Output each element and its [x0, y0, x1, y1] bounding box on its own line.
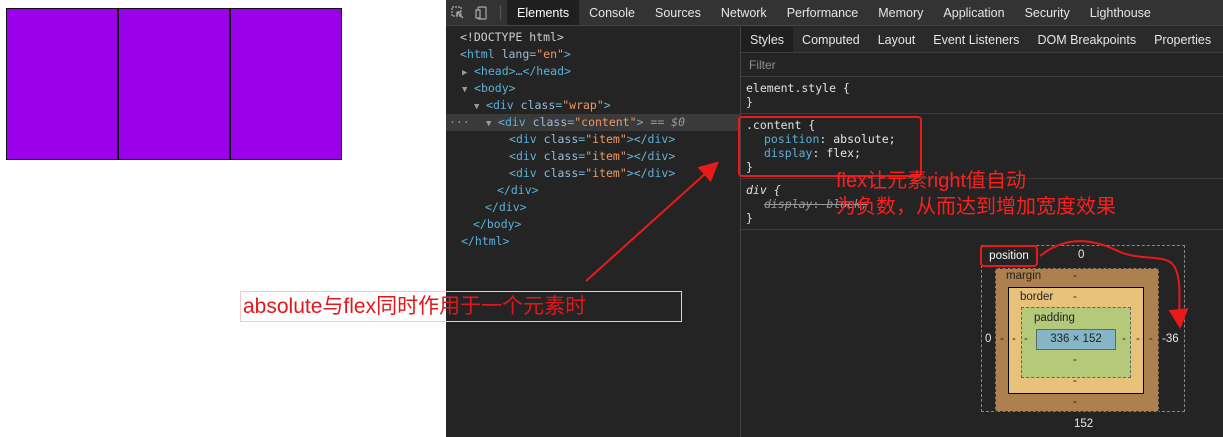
margin-label: margin — [1006, 270, 1042, 282]
class-attr-name: class — [532, 115, 568, 129]
dom-tree: <!DOCTYPE html> <html lang="en"> ▶ <head>… — [446, 27, 740, 437]
subtab-dom-breakpoints[interactable]: DOM Breakpoints — [1028, 27, 1145, 52]
subtab-styles[interactable]: Styles — [741, 27, 794, 52]
tab-sources[interactable]: Sources — [645, 0, 711, 25]
subtab-computed[interactable]: Computed — [793, 27, 869, 52]
body-tag: body — [480, 81, 509, 95]
box-model-content-size[interactable]: 336 × 152 — [1036, 329, 1116, 350]
div-tag: div — [504, 115, 526, 129]
dom-node-div-content-selected[interactable]: ··· ▼ <div class="content"> == $0 — [446, 114, 740, 131]
div-tag: div — [647, 149, 669, 163]
subtab-layout[interactable]: Layout — [869, 27, 925, 52]
annotation-absolute-flex: absolute与flex同时作用于一个元素时 — [240, 291, 682, 322]
dom-node-div-item[interactable]: <div class="item"></div> — [509, 148, 675, 165]
annotation-line-2: 为负数，从而达到增加宽度效果 — [836, 196, 1116, 218]
more-options-icon[interactable]: ··· — [449, 114, 470, 131]
padding-right-value[interactable]: - — [1122, 333, 1126, 345]
html-tag: html — [466, 47, 495, 61]
content-class-value: "content" — [574, 115, 637, 129]
tab-performance[interactable]: Performance — [777, 0, 869, 25]
item-class-value: "item" — [585, 149, 627, 163]
tab-lighthouse[interactable]: Lighthouse — [1080, 0, 1161, 25]
tab-security[interactable]: Security — [1015, 0, 1080, 25]
subtab-properties[interactable]: Properties — [1145, 27, 1220, 52]
selected-node-marker: == $0 — [650, 115, 686, 129]
element-style-selector: element.style { — [746, 81, 850, 95]
dom-node-html[interactable]: <html lang="en"> — [460, 46, 571, 63]
box-model-position-label: position — [980, 245, 1038, 267]
content-flex-container — [6, 8, 342, 160]
tab-memory[interactable]: Memory — [868, 0, 933, 25]
div-tag: div — [515, 166, 537, 180]
annotation-right-negative: flex让元素right值自动 为负数，从而达到增加宽度效果 — [836, 168, 1116, 220]
toolbar-divider — [500, 5, 501, 20]
dom-node-doctype[interactable]: <!DOCTYPE html> — [460, 29, 564, 46]
position-bottom-value[interactable]: 152 — [1074, 418, 1093, 437]
inspect-element-icon[interactable] — [446, 0, 470, 25]
sidebar-subtabs: Styles Computed Layout Event Listeners D… — [741, 27, 1223, 53]
border-label: border — [1020, 291, 1054, 303]
div-tag: div — [647, 132, 669, 146]
flex-item — [230, 8, 342, 160]
div-tag: div — [647, 166, 669, 180]
margin-top-value[interactable]: - — [1073, 270, 1077, 282]
div-tag: div — [515, 132, 537, 146]
item-class-value: "item" — [585, 132, 627, 146]
margin-bottom-value[interactable]: - — [1073, 396, 1077, 408]
dom-close-div[interactable]: </div> — [497, 182, 539, 199]
dom-close-body[interactable]: </body> — [473, 216, 521, 233]
item-class-value: "item" — [585, 166, 627, 180]
dom-node-body[interactable]: ▼ <body> — [462, 80, 516, 97]
annotation-line-1: flex让元素right值自动 — [836, 170, 1027, 192]
styles-filter-input[interactable]: Filter — [741, 53, 1223, 77]
collapse-triangle-icon[interactable]: ▼ — [486, 116, 498, 133]
div-tag: div — [492, 98, 514, 112]
screenshot-stage: Elements Console Sources Network Perform… — [0, 0, 1223, 437]
devtools-tabbar: Elements Console Sources Network Perform… — [446, 0, 1223, 26]
padding-bottom-value[interactable]: - — [1073, 354, 1077, 366]
dom-node-head[interactable]: ▶ <head>…</head> — [462, 63, 571, 80]
margin-right-value[interactable]: - — [1149, 333, 1153, 345]
dom-node-div-wrap[interactable]: ▼ <div class="wrap"> — [474, 97, 611, 114]
dom-node-div-item[interactable]: <div class="item"></div> — [509, 131, 675, 148]
padding-label: padding — [1034, 312, 1075, 324]
class-attr-name: class — [543, 149, 579, 163]
property-name: display — [764, 197, 813, 211]
position-right-value[interactable]: -36 — [1162, 333, 1179, 345]
rule-close-brace: } — [746, 95, 753, 109]
div-tag: div — [515, 149, 537, 163]
doctype-text: <!DOCTYPE html> — [460, 30, 564, 44]
tab-network[interactable]: Network — [711, 0, 777, 25]
border-right-value[interactable]: - — [1136, 333, 1140, 345]
border-left-value[interactable]: - — [1012, 333, 1016, 345]
dom-node-div-item[interactable]: <div class="item"></div> — [509, 165, 675, 182]
position-top-value[interactable]: 0 — [1078, 249, 1084, 261]
border-bottom-value[interactable]: - — [1073, 375, 1077, 387]
html-attr-name: lang — [501, 47, 530, 61]
margin-left-value[interactable]: - — [1000, 333, 1004, 345]
tab-console[interactable]: Console — [579, 0, 645, 25]
class-attr-name: class — [520, 98, 556, 112]
element-style-rule[interactable]: element.style { } — [741, 77, 1223, 114]
tab-elements[interactable]: Elements — [507, 0, 580, 25]
class-attr-name: class — [543, 166, 579, 180]
padding-left-value[interactable]: - — [1024, 333, 1028, 345]
device-toolbar-icon[interactable] — [470, 0, 494, 25]
dom-close-html[interactable]: </html> — [461, 233, 509, 250]
head-collapsed-text: <head>…</head> — [474, 64, 571, 78]
flex-item — [6, 8, 118, 160]
position-left-value[interactable]: 0 — [985, 333, 991, 345]
collapse-triangle-icon[interactable]: ▼ — [462, 82, 474, 99]
html-attr-value: "en" — [536, 47, 564, 61]
tab-application[interactable]: Application — [933, 0, 1014, 25]
wrap-class-value: "wrap" — [562, 98, 604, 112]
border-top-value[interactable]: - — [1073, 291, 1077, 303]
class-attr-name: class — [543, 132, 579, 146]
flex-item — [118, 8, 230, 160]
subtab-event-listeners[interactable]: Event Listeners — [924, 27, 1028, 52]
dom-close-div[interactable]: </div> — [485, 199, 527, 216]
